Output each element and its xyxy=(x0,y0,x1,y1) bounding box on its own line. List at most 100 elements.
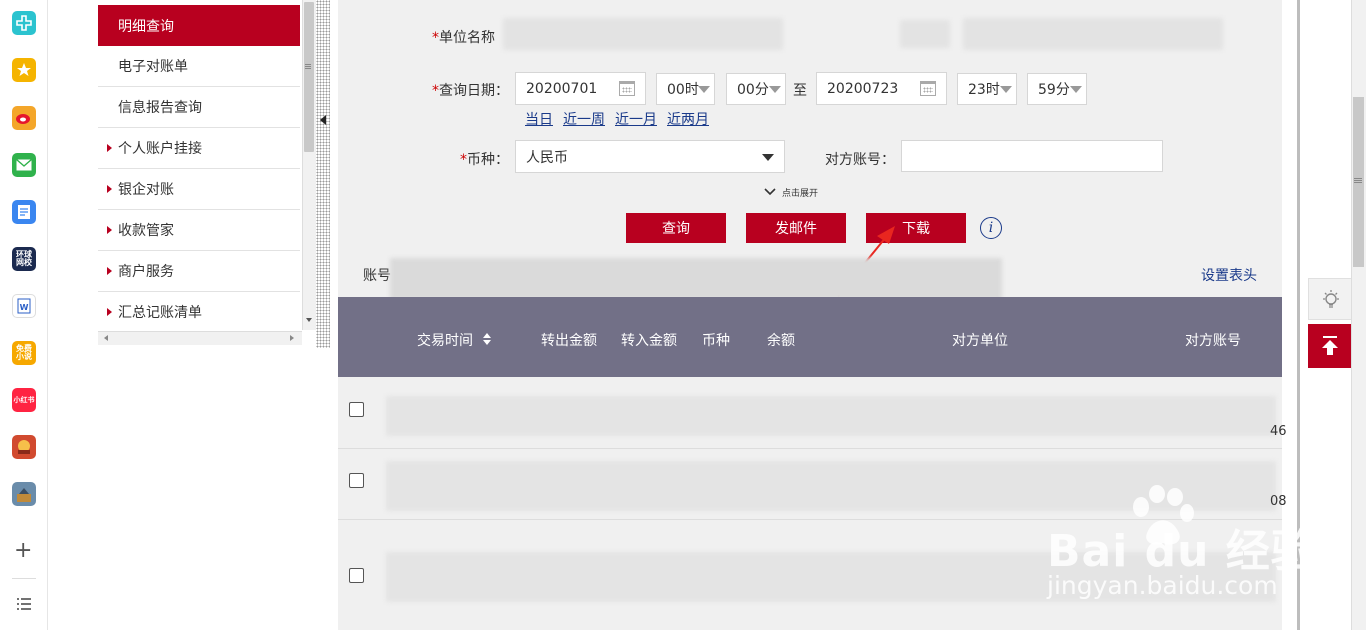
menu-h-scrollbar[interactable] xyxy=(98,331,302,345)
account-label: 账号 xyxy=(363,268,391,284)
calendar-icon[interactable] xyxy=(619,81,635,96)
baidu-brand-text: Bai du 经验 xyxy=(1047,526,1316,577)
currency-select[interactable]: 人民币 xyxy=(515,140,785,173)
quick-today-link[interactable]: 当日 xyxy=(525,109,553,129)
expand-arrow-icon xyxy=(107,144,112,152)
dropdown-arrow-icon xyxy=(698,86,710,93)
menu-item-label: 汇总记账清单 xyxy=(118,305,202,321)
start-minute-value: 00分 xyxy=(737,82,769,98)
currency-value: 人民币 xyxy=(526,149,568,166)
document-edit-icon[interactable] xyxy=(12,200,36,224)
menu-item-merchant[interactable]: 商户服务 xyxy=(98,251,300,292)
news-app-text: 环球 网校 xyxy=(16,250,32,267)
set-header-link[interactable]: 设置表头 xyxy=(1201,265,1257,285)
scroll-down-icon[interactable] xyxy=(306,318,312,322)
page-scrollbar[interactable] xyxy=(1351,0,1366,630)
menu-item-label: 电子对账单 xyxy=(118,59,188,75)
info-icon[interactable]: i xyxy=(980,217,1002,239)
menu-item-bank-reconcile[interactable]: 银企对账 xyxy=(98,169,300,210)
unit-name-select-2-blurred[interactable] xyxy=(963,18,1223,50)
menu-scroll-thumb[interactable] xyxy=(304,2,314,152)
sort-icon[interactable] xyxy=(482,332,492,346)
app-dock: 环球 网校 W 免费 小说 小红书 + xyxy=(0,0,48,630)
arrow-up-icon xyxy=(1322,336,1338,355)
game-app-icon[interactable] xyxy=(12,435,36,459)
expand-arrow-icon xyxy=(107,308,112,316)
menu-item-summary[interactable]: 汇总记账清单 xyxy=(98,292,300,333)
add-icon[interactable]: + xyxy=(14,540,32,562)
grip-icon xyxy=(1354,178,1362,179)
quick-two-months-link[interactable]: 近两月 xyxy=(667,109,709,129)
unit-name-select-blurred[interactable] xyxy=(503,18,783,50)
start-date-input[interactable]: 20200701 xyxy=(515,72,646,105)
collapse-arrow-icon[interactable] xyxy=(320,115,326,125)
end-hour-select[interactable]: 23时 xyxy=(957,73,1017,105)
unit-name-text: 单位名称 xyxy=(439,30,495,46)
menu-item-e-statement[interactable]: 电子对账单 xyxy=(98,46,300,87)
to-label: 至 xyxy=(793,83,807,99)
row-content-blurred xyxy=(386,396,1276,436)
menu-item-label: 信息报告查询 xyxy=(118,100,202,116)
expand-label: 点击展开 xyxy=(782,189,819,199)
novel-app-icon[interactable]: 免费 小说 xyxy=(12,341,36,365)
news-app-icon[interactable]: 环球 网校 xyxy=(12,247,36,271)
menu-item-label: 商户服务 xyxy=(118,264,174,280)
dropdown-arrow-icon xyxy=(1000,86,1012,93)
word-icon[interactable]: W xyxy=(12,294,36,318)
dropdown-arrow-icon xyxy=(769,86,781,93)
medical-cross-icon[interactable] xyxy=(12,11,36,35)
th-balance: 余额 xyxy=(767,333,795,349)
dropdown-arrow-icon xyxy=(762,154,774,161)
row-suffix-text: 46 xyxy=(1270,424,1287,439)
counter-account-label: 对方账号： xyxy=(825,152,895,168)
list-icon[interactable] xyxy=(16,597,32,615)
xiaohongshu-text: 小红书 xyxy=(13,395,35,404)
weibo-icon[interactable] xyxy=(12,106,36,130)
row-checkbox[interactable] xyxy=(349,402,364,417)
menu-item-label: 收款管家 xyxy=(118,223,174,239)
start-hour-select[interactable]: 00时 xyxy=(656,73,715,105)
menu-item-collection[interactable]: 收款管家 xyxy=(98,210,300,251)
query-button[interactable]: 查询 xyxy=(626,213,726,243)
mail-icon[interactable] xyxy=(12,153,36,177)
required-mark: * xyxy=(432,30,439,46)
unit-name-label: *单位名称 xyxy=(432,27,495,47)
table-header xyxy=(338,297,1282,377)
panel-splitter[interactable] xyxy=(316,0,330,348)
th-time[interactable]: 交易时间 xyxy=(417,330,491,350)
expand-toggle[interactable]: 点击展开 xyxy=(763,186,818,201)
page-scroll-thumb[interactable] xyxy=(1353,97,1364,267)
end-date-input[interactable]: 20200723 xyxy=(816,72,947,105)
xiaohongshu-icon[interactable]: 小红书 xyxy=(12,388,36,412)
menu-item-detail-query[interactable]: 明细查询 xyxy=(98,5,300,46)
quick-month-link[interactable]: 近一月 xyxy=(615,109,657,129)
counter-account-input[interactable] xyxy=(901,140,1163,172)
quick-week-link[interactable]: 近一周 xyxy=(563,109,605,129)
end-hour-value: 23时 xyxy=(968,82,1000,98)
account-select-blurred[interactable] xyxy=(390,258,1002,300)
start-minute-select[interactable]: 00分 xyxy=(726,73,786,105)
menu-item-label: 银企对账 xyxy=(118,182,174,198)
svg-text:W: W xyxy=(20,303,29,312)
expand-arrow-icon xyxy=(107,226,112,234)
end-date-value: 20200723 xyxy=(827,80,899,97)
scroll-right-icon[interactable] xyxy=(290,335,294,341)
th-counter-account: 对方账号 xyxy=(1185,333,1241,349)
calendar-icon[interactable] xyxy=(920,81,936,96)
menu-item-personal-link[interactable]: 个人账户挂接 xyxy=(98,128,300,169)
th-currency: 币种 xyxy=(702,333,730,349)
row-checkbox[interactable] xyxy=(349,568,364,583)
row-checkbox[interactable] xyxy=(349,473,364,488)
end-minute-select[interactable]: 59分 xyxy=(1027,73,1087,105)
menu-item-info-report[interactable]: 信息报告查询 xyxy=(98,87,300,128)
back-to-top-button[interactable] xyxy=(1308,324,1352,368)
scroll-left-icon[interactable] xyxy=(104,335,108,341)
th-time-label: 交易时间 xyxy=(417,333,473,349)
blurred-label xyxy=(900,20,950,48)
start-date-value: 20200701 xyxy=(526,80,598,97)
table-row[interactable] xyxy=(338,378,1282,449)
send-email-button[interactable]: 发邮件 xyxy=(746,213,846,243)
lightbulb-button[interactable] xyxy=(1308,278,1352,320)
game-app-icon-2[interactable] xyxy=(12,482,36,506)
star-icon[interactable] xyxy=(12,58,36,82)
